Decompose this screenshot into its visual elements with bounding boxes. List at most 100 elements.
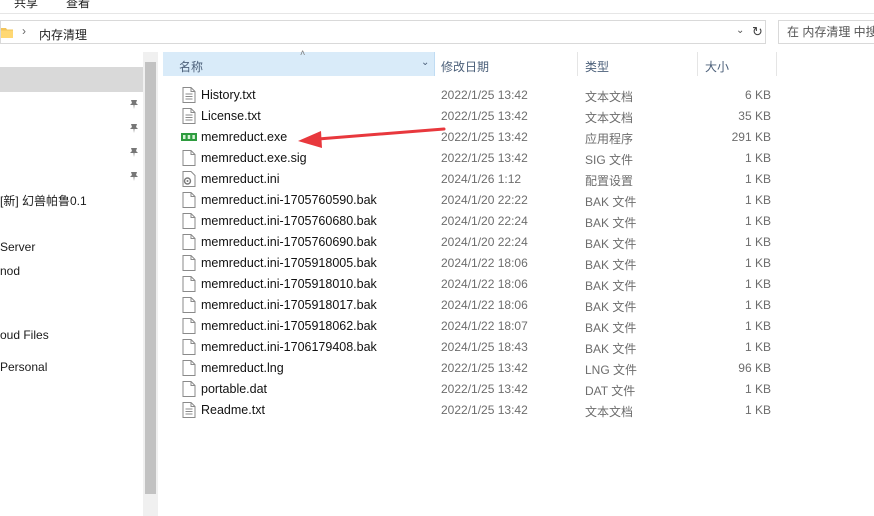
file-modified-date: 2024/1/22 18:06 xyxy=(441,277,528,291)
file-modified-date: 2022/1/25 13:42 xyxy=(441,403,528,417)
column-header-size[interactable]: 大小 xyxy=(705,58,729,75)
file-type: BAK 文件 xyxy=(585,258,637,272)
file-name: memreduct.lng xyxy=(201,361,284,375)
chevron-down-icon[interactable]: ⌄ xyxy=(736,25,748,39)
file-name: portable.dat xyxy=(201,382,268,396)
file-row[interactable]: History.txt 2022/1/25 13:42 文本文档 6 KB xyxy=(163,84,777,105)
nav-scrollbar[interactable] xyxy=(143,52,158,516)
nav-item[interactable]: [新] 幻兽帕鲁0.1 xyxy=(0,192,87,209)
file-modified-date: 2022/1/25 13:42 xyxy=(441,88,528,102)
column-divider[interactable] xyxy=(697,52,698,76)
file-size: 1 KB xyxy=(744,172,771,186)
file-name: memreduct.ini xyxy=(201,172,280,186)
ribbon: 共享 查看 xyxy=(0,0,874,14)
file-row[interactable]: memreduct.ini-1705918010.bak 2024/1/22 18… xyxy=(163,273,777,294)
breadcrumb-separator: › xyxy=(22,24,26,38)
file-icon xyxy=(182,360,196,376)
file-name: memreduct.ini-1706179408.bak xyxy=(201,340,377,354)
file-modified-date: 2024/1/20 22:24 xyxy=(441,235,528,249)
column-header-date[interactable]: 修改日期 xyxy=(441,58,489,75)
file-size: 291 KB xyxy=(731,130,771,144)
file-type: BAK 文件 xyxy=(585,195,637,209)
address-row: › 内存清理 ⌄ ↻ xyxy=(0,20,874,44)
file-modified-date: 2022/1/25 13:42 xyxy=(441,109,528,123)
file-row[interactable]: memreduct.ini-1705918005.bak 2024/1/22 18… xyxy=(163,252,777,273)
text-file-icon xyxy=(182,402,196,418)
file-name: memreduct.ini-1705760590.bak xyxy=(201,193,377,207)
search-box[interactable] xyxy=(778,20,874,44)
file-type: BAK 文件 xyxy=(585,321,637,335)
chevron-down-icon[interactable]: ⌄ xyxy=(421,57,429,68)
file-name: memreduct.exe xyxy=(201,130,288,144)
file-name: memreduct.ini-1705918010.bak xyxy=(201,277,377,291)
file-type: 文本文档 xyxy=(585,111,634,125)
file-modified-date: 2024/1/22 18:06 xyxy=(441,298,528,312)
file-icon xyxy=(182,339,196,355)
file-row[interactable]: memreduct.ini-1705760690.bak 2024/1/20 22… xyxy=(163,231,777,252)
ribbon-tab-share[interactable]: 共享 xyxy=(14,0,38,11)
file-size: 6 KB xyxy=(744,88,771,102)
refresh-icon[interactable]: ↻ xyxy=(752,24,766,40)
navigation-pane: [新] 幻兽帕鲁0.1 Server nod oud Files Persona… xyxy=(0,52,158,516)
file-type: BAK 文件 xyxy=(585,300,637,314)
file-type: 配置设置 xyxy=(585,174,634,188)
file-icon xyxy=(182,318,196,334)
file-modified-date: 2022/1/25 13:42 xyxy=(441,130,528,144)
file-modified-date: 2024/1/22 18:06 xyxy=(441,256,528,270)
file-type: BAK 文件 xyxy=(585,279,637,293)
file-size: 35 KB xyxy=(738,109,771,123)
nav-item[interactable]: nod xyxy=(0,264,20,278)
file-row[interactable]: memreduct.ini-1705760680.bak 2024/1/20 22… xyxy=(163,210,777,231)
nav-item[interactable]: Server xyxy=(0,240,35,254)
nav-item[interactable]: Personal xyxy=(0,360,47,374)
nav-scrollbar-thumb[interactable] xyxy=(145,62,156,494)
file-size: 1 KB xyxy=(744,277,771,291)
nav-selected-item[interactable] xyxy=(0,67,143,92)
file-size: 1 KB xyxy=(744,256,771,270)
column-name-label: 名称 xyxy=(179,60,204,74)
address-bar[interactable]: › 内存清理 ⌄ ↻ xyxy=(0,20,766,44)
file-row[interactable]: Readme.txt 2022/1/25 13:42 文本文档 1 KB xyxy=(163,399,777,420)
file-row[interactable]: memreduct.ini-1706179408.bak 2024/1/25 18… xyxy=(163,336,777,357)
config-file-icon xyxy=(182,171,196,187)
file-type: DAT 文件 xyxy=(585,384,636,398)
column-header-name[interactable]: ˄ 名称 ⌄ xyxy=(163,48,435,76)
file-size: 1 KB xyxy=(744,193,771,207)
file-modified-date: 2024/1/26 1:12 xyxy=(441,172,522,186)
file-row[interactable]: memreduct.ini 2024/1/26 1:12 配置设置 1 KB xyxy=(163,168,777,189)
file-icon xyxy=(182,297,196,313)
nav-item[interactable]: oud Files xyxy=(0,328,49,342)
file-icon xyxy=(182,234,196,250)
column-header-type[interactable]: 类型 xyxy=(585,58,609,75)
file-size: 1 KB xyxy=(744,319,771,333)
search-input[interactable] xyxy=(779,21,874,43)
file-modified-date: 2024/1/20 22:22 xyxy=(441,193,528,207)
column-divider[interactable] xyxy=(577,52,578,76)
file-row[interactable]: memreduct.ini-1705918062.bak 2024/1/22 18… xyxy=(163,315,777,336)
memory-app-icon xyxy=(181,129,197,145)
file-icon xyxy=(182,213,196,229)
file-row[interactable]: License.txt 2022/1/25 13:42 文本文档 35 KB xyxy=(163,105,777,126)
file-size: 1 KB xyxy=(744,151,771,165)
file-name: memreduct.exe.sig xyxy=(201,151,307,165)
sort-ascending-icon: ˄ xyxy=(300,48,306,58)
file-name: memreduct.ini-1705760690.bak xyxy=(201,235,377,249)
file-row[interactable]: portable.dat 2022/1/25 13:42 DAT 文件 1 KB xyxy=(163,378,777,399)
ribbon-tab-view[interactable]: 查看 xyxy=(66,0,90,11)
file-size: 1 KB xyxy=(744,403,771,417)
file-row[interactable]: memreduct.exe.sig 2022/1/25 13:42 SIG 文件 1 … xyxy=(163,147,777,168)
column-divider[interactable] xyxy=(776,52,777,76)
file-name: Readme.txt xyxy=(201,403,265,417)
file-size: 1 KB xyxy=(744,235,771,249)
pin-icon xyxy=(130,148,138,157)
file-name: History.txt xyxy=(201,88,256,102)
file-row[interactable]: memreduct.exe 2022/1/25 13:42 应用程序 291 KB xyxy=(163,126,777,147)
file-row[interactable]: memreduct.ini-1705760590.bak 2024/1/20 22… xyxy=(163,189,777,210)
file-size: 1 KB xyxy=(744,214,771,228)
file-row[interactable]: memreduct.lng 2022/1/25 13:42 LNG 文件 96 KB xyxy=(163,357,777,378)
column-header-row: ˄ 名称 ⌄ 修改日期 类型 大小 xyxy=(163,48,777,76)
file-modified-date: 2024/1/22 18:07 xyxy=(441,319,528,333)
file-size: 1 KB xyxy=(744,298,771,312)
file-row[interactable]: memreduct.ini-1705918017.bak 2024/1/22 18… xyxy=(163,294,777,315)
breadcrumb-segment[interactable]: 内存清理 xyxy=(39,26,87,43)
